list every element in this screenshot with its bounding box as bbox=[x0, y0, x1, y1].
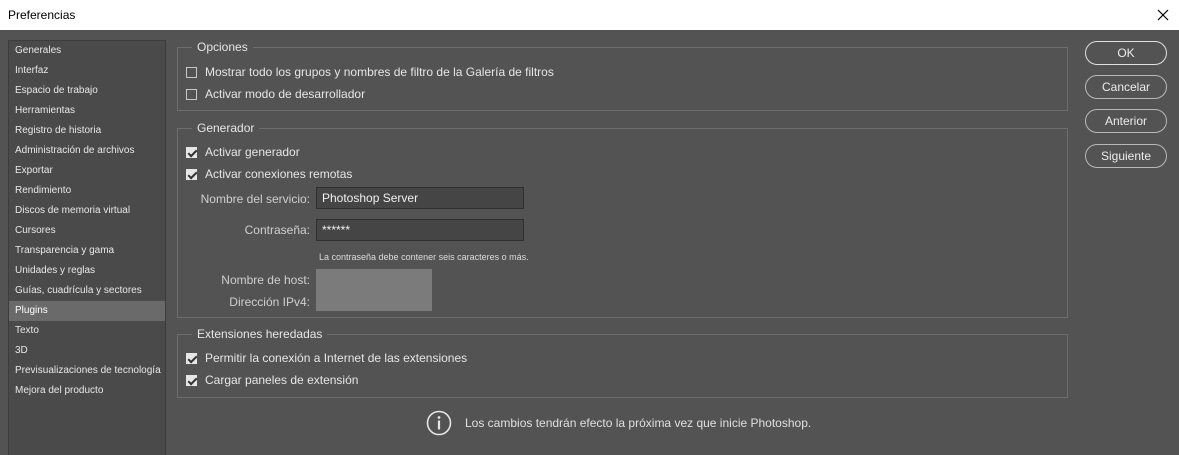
allow-internet-label: Permitir la conexión a Internet de las e… bbox=[205, 351, 468, 365]
load-panels-checkbox[interactable]: Cargar paneles de extensión bbox=[186, 373, 358, 387]
close-icon[interactable] bbox=[1153, 5, 1173, 25]
developer-mode-label: Activar modo de desarrollador bbox=[205, 87, 366, 101]
remote-connections-checkbox[interactable]: Activar conexiones remotas bbox=[186, 167, 352, 181]
sidebar-item[interactable]: Interfaz bbox=[9, 61, 165, 81]
ipv4-label: Dirección IPv4: bbox=[229, 295, 310, 309]
allow-internet-box[interactable] bbox=[186, 352, 197, 364]
enable-generator-label: Activar generador bbox=[205, 145, 300, 159]
preferences-sidebar: Generales Interfaz Espacio de trabajo Herra… bbox=[8, 40, 166, 455]
sidebar-item[interactable]: Herramientas bbox=[9, 101, 165, 121]
generator-group: Generador Activar generador Activar cone… bbox=[177, 121, 1068, 318]
password-input[interactable]: ****** bbox=[316, 219, 524, 241]
legacy-extensions-group: Extensiones heredadas Permitir la conexi… bbox=[177, 327, 1068, 398]
title-bar: Preferencias bbox=[0, 0, 1179, 30]
host-name-label: Nombre de host: bbox=[221, 273, 310, 287]
remote-connections-label: Activar conexiones remotas bbox=[205, 167, 353, 181]
sidebar-item[interactable]: Cursores bbox=[9, 221, 165, 241]
legacy-extensions-legend: Extensiones heredadas bbox=[192, 327, 328, 341]
sidebar-item[interactable]: Rendimiento bbox=[9, 181, 165, 201]
show-filter-gallery-box[interactable] bbox=[186, 66, 197, 78]
options-legend: Opciones bbox=[192, 40, 253, 54]
developer-mode-box[interactable] bbox=[186, 88, 197, 100]
sidebar-item[interactable]: Plugins bbox=[9, 301, 165, 321]
show-filter-gallery-label: Mostrar todo los grupos y nombres de fil… bbox=[205, 65, 554, 79]
sidebar-item[interactable]: Previsualizaciones de tecnología bbox=[9, 361, 165, 381]
enable-generator-box[interactable] bbox=[186, 146, 197, 158]
sidebar-item[interactable]: 3D bbox=[9, 341, 165, 361]
sidebar-item[interactable]: Transparencia y gama bbox=[9, 241, 165, 261]
sidebar-item[interactable]: Texto bbox=[9, 321, 165, 341]
ok-button[interactable]: OK bbox=[1085, 41, 1167, 65]
host-info-box bbox=[316, 269, 432, 311]
sidebar-item[interactable]: Exportar bbox=[9, 161, 165, 181]
sidebar-item[interactable]: Generales bbox=[9, 41, 165, 61]
allow-internet-checkbox[interactable]: Permitir la conexión a Internet de las e… bbox=[186, 351, 467, 365]
show-filter-gallery-checkbox[interactable]: Mostrar todo los grupos y nombres de fil… bbox=[186, 65, 554, 79]
service-name-label: Nombre del servicio: bbox=[200, 192, 310, 206]
sidebar-item[interactable]: Espacio de trabajo bbox=[9, 81, 165, 101]
generator-legend: Generador bbox=[192, 121, 260, 135]
load-panels-label: Cargar paneles de extensión bbox=[205, 373, 359, 387]
cancel-button[interactable]: Cancelar bbox=[1085, 75, 1167, 99]
service-name-input[interactable]: Photoshop Server bbox=[316, 187, 524, 209]
sidebar-item[interactable]: Administración de archivos bbox=[9, 141, 165, 161]
info-icon bbox=[426, 410, 452, 436]
previous-button[interactable]: Anterior bbox=[1085, 109, 1167, 133]
enable-generator-checkbox[interactable]: Activar generador bbox=[186, 145, 300, 159]
sidebar-item[interactable]: Unidades y reglas bbox=[9, 261, 165, 281]
sidebar-item[interactable]: Discos de memoria virtual bbox=[9, 201, 165, 221]
info-text: Los cambios tendrán efecto la próxima ve… bbox=[465, 416, 812, 430]
sidebar-item[interactable]: Mejora del producto bbox=[9, 381, 165, 401]
password-hint: La contraseña debe contener seis caracte… bbox=[319, 252, 529, 262]
options-group: Opciones Mostrar todo los grupos y nombr… bbox=[177, 40, 1068, 111]
info-message: Los cambios tendrán efecto la próxima ve… bbox=[426, 410, 811, 436]
sidebar-item[interactable]: Guías, cuadrícula y sectores bbox=[9, 281, 165, 301]
sidebar-list: Generales Interfaz Espacio de trabajo Herra… bbox=[9, 41, 165, 401]
window-title: Preferencias bbox=[8, 8, 76, 22]
developer-mode-checkbox[interactable]: Activar modo de desarrollador bbox=[186, 87, 365, 101]
password-label: Contraseña: bbox=[244, 223, 310, 237]
remote-connections-box[interactable] bbox=[186, 168, 197, 180]
sidebar-item[interactable]: Registro de historia bbox=[9, 121, 165, 141]
next-button[interactable]: Siguiente bbox=[1085, 144, 1167, 168]
load-panels-box[interactable] bbox=[186, 374, 197, 386]
